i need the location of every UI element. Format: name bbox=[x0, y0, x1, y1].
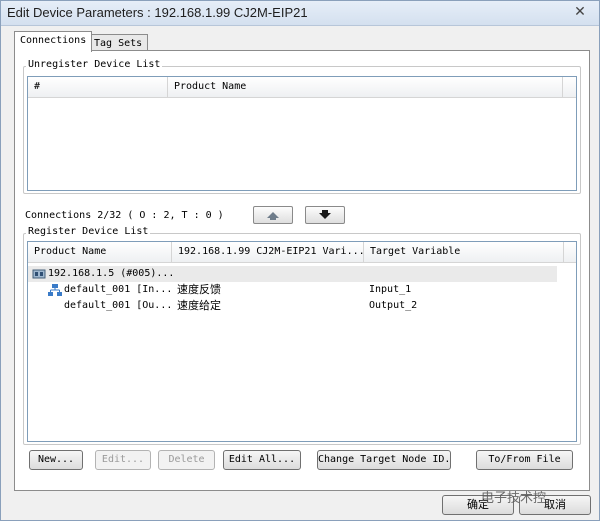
row-device-variable: 速度反馈 bbox=[177, 283, 221, 296]
row-target-variable: Output_2 bbox=[369, 300, 418, 311]
register-list-header: Product Name 192.168.1.99 CJ2M-EIP21 Var… bbox=[28, 242, 576, 263]
new-button[interactable]: New... bbox=[29, 450, 83, 470]
edit-all-button[interactable]: Edit All... bbox=[223, 450, 301, 470]
edit-device-parameters-window: Edit Device Parameters : 192.168.1.99 CJ… bbox=[0, 0, 600, 521]
arrow-down-icon bbox=[319, 210, 331, 219]
plc-device-icon bbox=[32, 269, 46, 279]
watermark-text: 电子技术控 bbox=[481, 491, 547, 506]
register-device-group: Register Device List Product Name 192.16… bbox=[23, 226, 581, 445]
edit-button[interactable]: Edit... bbox=[95, 450, 151, 470]
column-product-name[interactable]: Product Name bbox=[168, 77, 563, 97]
unregister-device-list[interactable]: # Product Name bbox=[27, 76, 577, 191]
close-icon[interactable]: ✕ bbox=[571, 3, 589, 21]
connections-status: Connections 2/32 ( O : 2, T : 0 ) bbox=[25, 210, 224, 221]
table-row[interactable]: default_001 [In... 速度反馈 Input_1 bbox=[28, 282, 557, 298]
tab-connections[interactable]: Connections bbox=[14, 31, 93, 52]
move-down-button[interactable] bbox=[305, 206, 345, 224]
change-target-node-id-button[interactable]: Change Target Node ID... bbox=[317, 450, 451, 470]
row-device-variable: 速度给定 bbox=[177, 299, 221, 312]
column-device-variable[interactable]: 192.168.1.99 CJ2M-EIP21 Vari... bbox=[172, 242, 364, 262]
row-product-name: 192.168.1.5 (#005)... bbox=[48, 268, 175, 279]
unregister-device-list-title: Unregister Device List bbox=[26, 59, 163, 70]
unregister-list-header: # Product Name bbox=[28, 77, 576, 98]
connections-panel: Unregister Device List # Product Name Co… bbox=[14, 50, 590, 491]
register-device-list-title: Register Device List bbox=[26, 226, 151, 237]
window-title: Edit Device Parameters : 192.168.1.99 CJ… bbox=[7, 5, 308, 20]
table-row[interactable]: 192.168.1.5 (#005)... bbox=[28, 266, 557, 282]
row-product-name: default_001 [In... bbox=[64, 284, 173, 295]
row-target-variable: Input_1 bbox=[369, 284, 412, 295]
tree-connection-icon bbox=[48, 284, 62, 296]
delete-button[interactable]: Delete bbox=[158, 450, 215, 470]
unregister-device-group: Unregister Device List # Product Name bbox=[23, 59, 581, 194]
arrow-up-icon bbox=[267, 212, 279, 220]
column-number[interactable]: # bbox=[28, 77, 168, 97]
title-bar: Edit Device Parameters : 192.168.1.99 CJ… bbox=[1, 1, 599, 26]
column-product-name[interactable]: Product Name bbox=[28, 242, 172, 262]
to-from-file-button[interactable]: To/From File bbox=[476, 450, 573, 470]
move-up-button[interactable] bbox=[253, 206, 293, 224]
table-row[interactable]: default_001 [Ou... 速度给定 Output_2 bbox=[28, 298, 557, 314]
row-product-name: default_001 [Ou... bbox=[64, 300, 173, 311]
column-target-variable[interactable]: Target Variable bbox=[364, 242, 564, 262]
register-device-list[interactable]: Product Name 192.168.1.99 CJ2M-EIP21 Var… bbox=[27, 241, 577, 442]
